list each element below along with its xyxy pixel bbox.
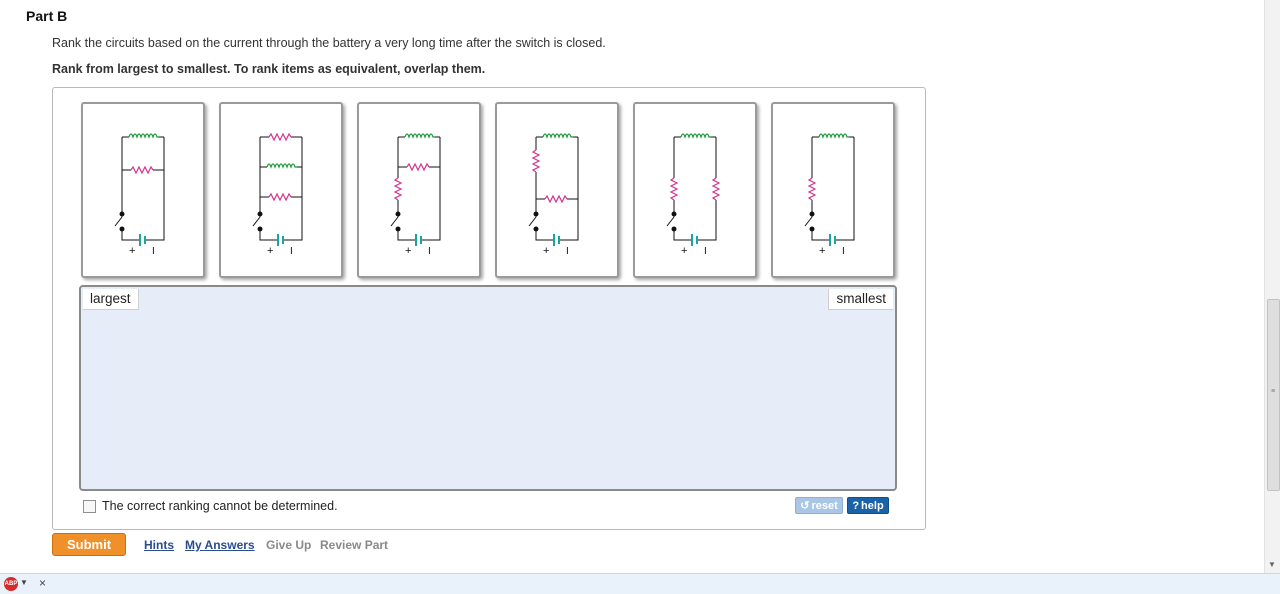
circuit-diagram-5: + I bbox=[666, 133, 721, 257]
submit-button[interactable]: Submit bbox=[52, 533, 126, 556]
battery-plus-label: + bbox=[129, 245, 135, 257]
battery-plus-label: + bbox=[543, 245, 549, 257]
part-title: Part B bbox=[26, 8, 68, 24]
smallest-label: smallest bbox=[828, 289, 893, 310]
help-button-label: help bbox=[861, 499, 884, 512]
scrollbar-thumb[interactable]: ≡ bbox=[1267, 299, 1280, 491]
battery-plus-label: + bbox=[819, 245, 825, 257]
cannot-determine-label: The correct ranking cannot be determined… bbox=[102, 499, 338, 513]
circuit-diagram-6: + I bbox=[804, 133, 855, 257]
circuit-card-5[interactable]: + I bbox=[633, 102, 757, 278]
scroll-down-icon[interactable]: ▼ bbox=[1268, 560, 1276, 569]
battery-minus-label: I bbox=[290, 246, 293, 257]
battery-plus-label: + bbox=[681, 245, 687, 257]
dropdown-arrow-icon[interactable]: ▼ bbox=[20, 578, 28, 587]
circuit-diagram-4: + I bbox=[528, 133, 579, 257]
battery-plus-label: + bbox=[405, 245, 411, 257]
largest-label: largest bbox=[83, 289, 139, 310]
reset-icon: ↺ bbox=[800, 500, 810, 512]
scrollbar-grip-icon: ≡ bbox=[1271, 388, 1276, 395]
review-part-link[interactable]: Review Part bbox=[320, 538, 388, 552]
instruction-text: Rank from largest to smallest. To rank i… bbox=[52, 62, 486, 76]
my-answers-link[interactable]: My Answers bbox=[185, 538, 255, 552]
give-up-link[interactable]: Give Up bbox=[266, 538, 311, 552]
circuit-card-3[interactable]: + I bbox=[357, 102, 481, 278]
browser-statusbar: ABP ▼ × bbox=[0, 573, 1280, 594]
ranking-panel: + I + I + I + I + I + I largest smallest… bbox=[52, 87, 926, 530]
circuit-diagram-3: + I bbox=[390, 133, 441, 257]
close-icon[interactable]: × bbox=[39, 576, 46, 590]
circuit-diagram-2: + I bbox=[252, 132, 303, 257]
battery-minus-label: I bbox=[704, 246, 707, 257]
circuit-card-1[interactable]: + I bbox=[81, 102, 205, 278]
reset-button[interactable]: ↺ reset bbox=[795, 497, 843, 514]
vertical-scrollbar[interactable]: ≡ ▼ bbox=[1264, 0, 1280, 573]
circuit-diagram-1: + I bbox=[114, 133, 165, 257]
battery-minus-label: I bbox=[842, 246, 845, 257]
battery-minus-label: I bbox=[428, 246, 431, 257]
ranking-dropzone[interactable]: largest smallest bbox=[79, 285, 897, 491]
help-button[interactable]: ? help bbox=[847, 497, 889, 514]
reset-button-label: reset bbox=[811, 499, 838, 512]
adblock-icon[interactable]: ABP bbox=[4, 577, 18, 591]
circuit-card-6[interactable]: + I bbox=[771, 102, 895, 278]
cannot-determine-option[interactable]: The correct ranking cannot be determined… bbox=[83, 499, 338, 513]
help-icon: ? bbox=[852, 499, 860, 512]
cannot-determine-checkbox[interactable] bbox=[83, 499, 96, 513]
question-text: Rank the circuits based on the current t… bbox=[52, 36, 606, 50]
hints-link[interactable]: Hints bbox=[144, 538, 174, 552]
battery-plus-label: + bbox=[267, 245, 273, 257]
circuit-card-2[interactable]: + I bbox=[219, 102, 343, 278]
battery-minus-label: I bbox=[152, 246, 155, 257]
battery-minus-label: I bbox=[566, 246, 569, 257]
circuit-card-4[interactable]: + I bbox=[495, 102, 619, 278]
